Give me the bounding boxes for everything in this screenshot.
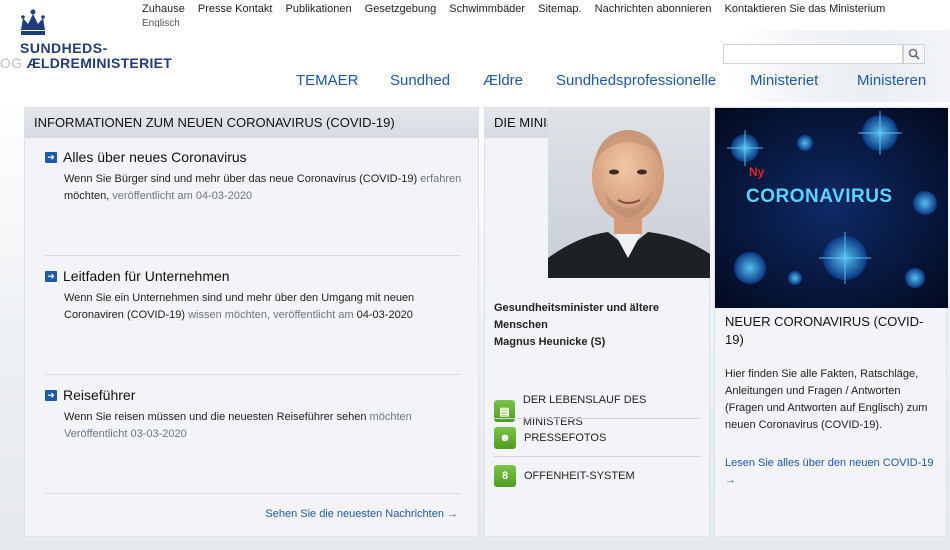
covid-panel: Ny CORONAVIRUS NEUER CORONAVIRUS (COVID-… [714,107,948,537]
news-item[interactable]: ➜ Alles über neues Coronavirus Wenn Sie … [45,149,463,205]
press-photos-label: PRESSEFOTOS [524,432,607,444]
news-item-title[interactable]: Reiseführer [63,387,135,403]
minister-info: Gesundheitsminister und ältere Menschen … [494,300,659,351]
news-item-text: Wenn Sie Bürger sind und mehr über das n… [64,173,418,185]
utility-link-pools[interactable]: Schwimmbäder [449,3,525,15]
coronavirus-banner[interactable]: Ny CORONAVIRUS [715,108,948,308]
minister-role-line1: Gesundheitsminister und ältere [494,302,660,314]
news-item-text: Wenn Sie reisen müssen und die neuesten … [64,411,367,423]
news-item-date: 04-03-2020 [353,309,413,321]
divider [494,418,700,419]
nav-item-aeldre[interactable]: Ældre [483,72,523,89]
news-item-body: Wenn Sie reisen müssen und die neuesten … [64,409,463,443]
covid-description: Hier finden Sie alle Fakten, Ratschläge,… [725,368,928,431]
press-photos-link[interactable]: ☻ PRESSEFOTOS [494,427,700,449]
openness-system-link[interactable]: 8 OFFENHEIT-SYSTEM [494,465,700,487]
search-input[interactable] [723,44,903,64]
people-icon: ☻ [494,427,516,449]
utility-link-english[interactable]: Englisch [142,18,180,27]
logo-text-line2: OG ÆLDREMINISTERIET [0,55,172,71]
virus-illustration [715,108,948,308]
news-item-title[interactable]: Leitfaden für Unternehmen [63,268,230,284]
banner-ny-label: Ny [749,165,765,179]
arrow-right-icon: ➜ [45,151,57,163]
crown-icon [21,9,45,35]
page: SUNDHEDS- OG ÆLDREMINISTERIET Zuhause Pr… [0,0,950,550]
minister-role-line2: Menschen [494,319,548,331]
news-panel: INFORMATIONEN ZUM NEUEN CORONAVIRUS (COV… [24,107,479,537]
news-item-date: veröffentlicht am 04-03-2020 [109,190,253,202]
logo-text-line1: SUNDHEDS- [20,40,108,56]
covid-title[interactable]: NEUER CORONAVIRUS (COVID-19) [725,313,935,349]
utility-link-legislation[interactable]: Gesetzgebung [365,3,437,15]
nav-item-ministeriet[interactable]: Ministeriet [750,72,818,89]
utility-link-home[interactable]: Zuhause [142,3,185,15]
news-item-muted: erfahren [417,173,462,185]
calendar-icon: 8 [494,465,516,487]
arrow-right-icon: ➜ [45,389,57,401]
banner-coronavirus-label: CORONAVIRUS [746,186,893,207]
news-panel-header: INFORMATIONEN ZUM NEUEN CORONAVIRUS (COV… [25,108,478,138]
openness-system-label: OFFENHEIT-SYSTEM [524,470,635,482]
utility-link-press[interactable]: Presse Kontakt [198,3,273,15]
news-item-body: Wenn Sie ein Unternehmen sind und mehr ü… [64,290,463,324]
latest-news-link[interactable]: Sehen Sie die neuesten Nachrichten → [265,508,458,520]
news-item-title-row: ➜ Alles über neues Coronavirus [45,149,463,165]
utility-link-sitemap[interactable]: Sitemap. [538,3,581,15]
utility-link-subscribe[interactable]: Nachrichten abonnieren [595,3,712,15]
divider [494,456,700,457]
nav-item-ministeren[interactable]: Ministeren [857,72,926,89]
divider [45,493,460,494]
arrow-right-icon: ➜ [45,270,57,282]
news-item[interactable]: ➜ Leitfaden für Unternehmen Wenn Sie ein… [45,268,463,324]
utility-link-contact[interactable]: Kontaktieren Sie das Ministerium [725,3,886,15]
nav-item-temaer[interactable]: TEMAER [296,72,359,89]
search-button[interactable] [903,44,925,64]
header-decoration [690,30,950,102]
minister-name: Magnus Heunicke (S) [494,336,606,348]
news-item-title-row: ➜ Reiseführer [45,387,463,403]
nav-item-sundhedsprofessionelle[interactable]: Sundhedsprofessionelle [556,72,716,89]
logo-text-main: ÆLDREMINISTERIET [26,55,173,71]
divider [45,374,460,375]
utility-nav: Zuhause Presse Kontakt Publikationen Ges… [142,3,895,15]
divider [45,255,460,256]
news-item-title[interactable]: Alles über neues Coronavirus [63,149,247,165]
news-item-body: Wenn Sie Bürger sind und mehr über das n… [64,171,463,205]
minister-portrait[interactable] [548,108,710,278]
search-icon [908,48,920,60]
utility-link-publications[interactable]: Publikationen [286,3,352,15]
minister-panel: DIE MINISTER Gesundheitsminister und ält… [484,107,710,537]
news-item-title-row: ➜ Leitfaden für Unternehmen [45,268,463,284]
covid-read-more-link[interactable]: Lesen Sie alles über den neuen COVID-19 … [725,455,935,489]
news-item-text: möchten, [64,190,110,202]
nav-item-sundhed[interactable]: Sundhed [390,72,450,89]
news-item-muted: wissen möchten, veröffentlicht am [185,309,354,321]
news-item[interactable]: ➜ Reiseführer Wenn Sie reisen müssen und… [45,387,463,443]
logo-text-faded: OG [0,55,27,71]
